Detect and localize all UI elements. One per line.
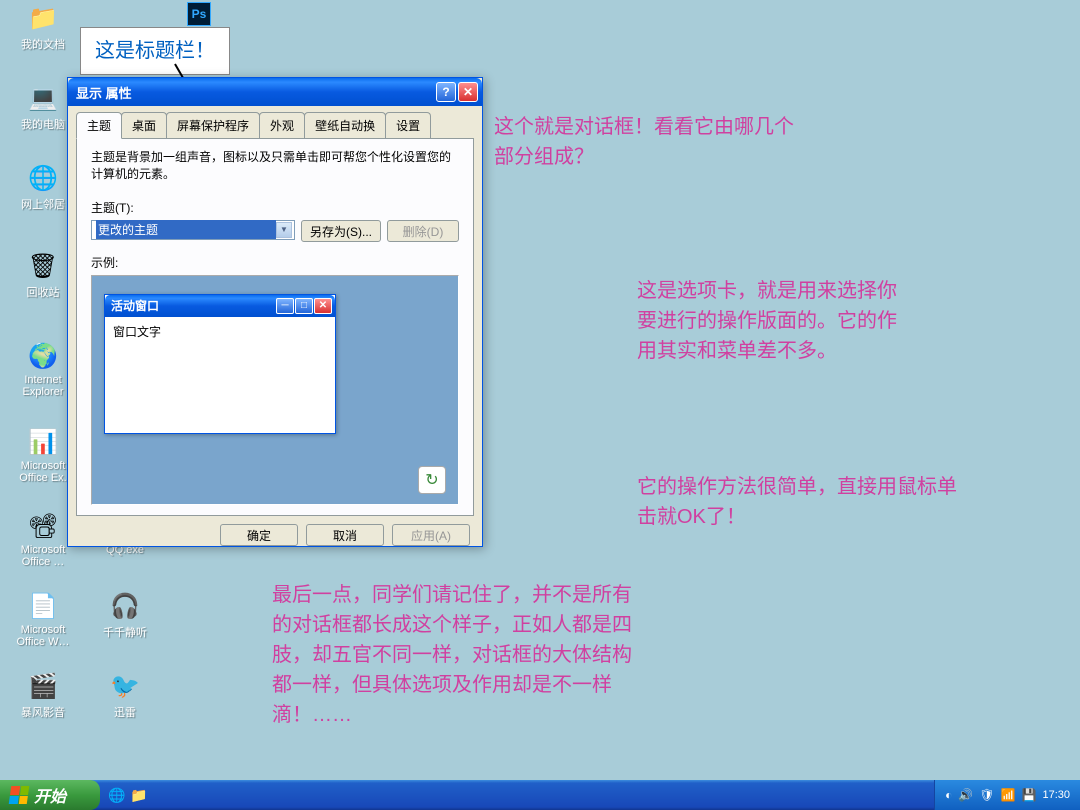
ok-button[interactable]: 确定	[220, 524, 298, 546]
systray: ◐ 🔊 🛡 📶 💾 17:30	[934, 780, 1080, 810]
app-icon: 📁	[27, 2, 59, 34]
icon-label: Microsoft Office W…	[8, 624, 78, 648]
windows-logo-icon	[9, 786, 30, 804]
theme-selected-value: 更改的主题	[96, 220, 276, 239]
ie-icon[interactable]: 🌐	[108, 786, 126, 804]
apply-button[interactable]: 应用(A)	[392, 524, 470, 546]
theme-label: 主题(T):	[91, 199, 459, 216]
app-icon: 🗑	[27, 250, 59, 282]
tab-appearance[interactable]: 外观	[259, 112, 305, 138]
icon-label: 我的电脑	[21, 116, 65, 132]
theme-description: 主题是背景加一组声音，图标以及只需单击即可帮您个性化设置您的计算机的元素。	[91, 149, 459, 183]
icon-label: Microsoft Office …	[8, 544, 78, 568]
tab-content: 主题是背景加一组声音，图标以及只需单击即可帮您个性化设置您的计算机的元素。 主题…	[76, 138, 474, 516]
annotation-dialog: 这个就是对话框！看看它由哪几个部分组成？	[494, 112, 794, 172]
preview-window-text: 窗口文字	[105, 317, 335, 346]
tab-wallpaper[interactable]: 壁纸自动换	[304, 112, 386, 138]
close-icon: ✕	[314, 298, 332, 314]
annotation-operation: 它的操作方法很简单，直接用鼠标单击就OK了！	[637, 472, 957, 532]
app-icon: 📄	[27, 590, 59, 622]
tab-screensaver[interactable]: 屏幕保护程序	[166, 112, 260, 138]
desktop-icon-11[interactable]: 🐦 迅雷	[90, 670, 160, 720]
tab-desktop[interactable]: 桌面	[121, 112, 167, 138]
icon-label: 回收站	[27, 284, 60, 300]
tray-icon-5[interactable]: 💾	[1022, 788, 1037, 802]
photoshop-icon[interactable]: Ps	[187, 2, 211, 26]
annotation-final: 最后一点，同学们请记住了，并不是所有的对话框都长成这个样子，正如人都是四肢，却五…	[272, 580, 642, 730]
icon-label: 我的文档	[21, 36, 65, 52]
desktop-icon-0[interactable]: 📁 我的文档	[8, 2, 78, 52]
chevron-down-icon: ▼	[276, 222, 292, 238]
dialog-tabs: 主题 桌面 屏幕保护程序 外观 壁纸自动换 设置	[76, 112, 474, 138]
icon-label: 暴风影音	[21, 704, 65, 720]
minimize-icon: ─	[276, 298, 294, 314]
preview-area: 活动窗口 ─ □ ✕ 窗口文字 ↻	[91, 275, 459, 505]
display-properties-dialog: 显示 属性 ? ✕ 主题 桌面 屏幕保护程序 外观 壁纸自动换 设置 主题是背景…	[67, 77, 483, 547]
theme-dropdown[interactable]: 更改的主题 ▼	[91, 220, 295, 240]
tray-icon-2[interactable]: 🔊	[958, 788, 973, 802]
dialog-title: 显示 属性	[76, 83, 434, 102]
delete-button[interactable]: 删除(D)	[387, 220, 459, 242]
app-icon: 🌐	[27, 162, 59, 194]
app-icon: 🌍	[27, 340, 59, 372]
app-icon: 🎬	[27, 670, 59, 702]
app-icon: 📊	[27, 426, 59, 458]
icon-label: 迅雷	[114, 704, 136, 720]
preview-active-window: 活动窗口 ─ □ ✕ 窗口文字	[104, 294, 336, 434]
help-button[interactable]: ?	[436, 82, 456, 102]
start-label: 开始	[34, 783, 66, 807]
tray-icon-4[interactable]: 📶	[1001, 788, 1016, 802]
icon-label: 千千静听	[103, 624, 147, 640]
app-icon: 📽	[27, 510, 59, 542]
desktop-icon-7[interactable]: 📄Microsoft Office W…	[8, 590, 78, 648]
cancel-button[interactable]: 取消	[306, 524, 384, 546]
tab-theme[interactable]: 主题	[76, 112, 122, 139]
tab-settings[interactable]: 设置	[385, 112, 431, 138]
maximize-icon: □	[295, 298, 313, 314]
folder-icon[interactable]: 📁	[130, 786, 148, 804]
start-button[interactable]: 开始	[0, 780, 100, 810]
icon-label: 网上邻居	[21, 196, 65, 212]
app-icon: 🐦	[109, 670, 141, 702]
saveas-button[interactable]: 另存为(S)...	[301, 220, 381, 242]
desktop-icon-8[interactable]: 🎬 暴风影音	[8, 670, 78, 720]
app-icon: 🎧	[109, 590, 141, 622]
annotation-titlebar: 这是标题栏！	[80, 27, 230, 75]
dialog-titlebar[interactable]: 显示 属性 ? ✕	[68, 78, 482, 106]
app-icon: 💻	[27, 82, 59, 114]
sample-label: 示例:	[91, 254, 459, 271]
preview-titlebar: 活动窗口 ─ □ ✕	[105, 295, 335, 317]
refresh-icon[interactable]: ↻	[418, 466, 446, 494]
preview-window-title: 活动窗口	[111, 297, 275, 314]
quicklaunch: 🌐 📁	[100, 780, 156, 810]
tray-icon-1[interactable]: ◐	[945, 788, 952, 802]
tray-icon-3[interactable]: 🛡	[979, 788, 994, 802]
annotation-tabs: 这是选项卡，就是用来选择你要进行的操作版面的。它的作用其实和菜单差不多。	[637, 276, 897, 366]
desktop-icon-10[interactable]: 🎧 千千静听	[90, 590, 160, 640]
close-button[interactable]: ✕	[458, 82, 478, 102]
clock[interactable]: 17:30	[1042, 789, 1070, 801]
taskbar: 开始 🌐 📁 ◐ 🔊 🛡 📶 💾 17:30	[0, 780, 1080, 810]
